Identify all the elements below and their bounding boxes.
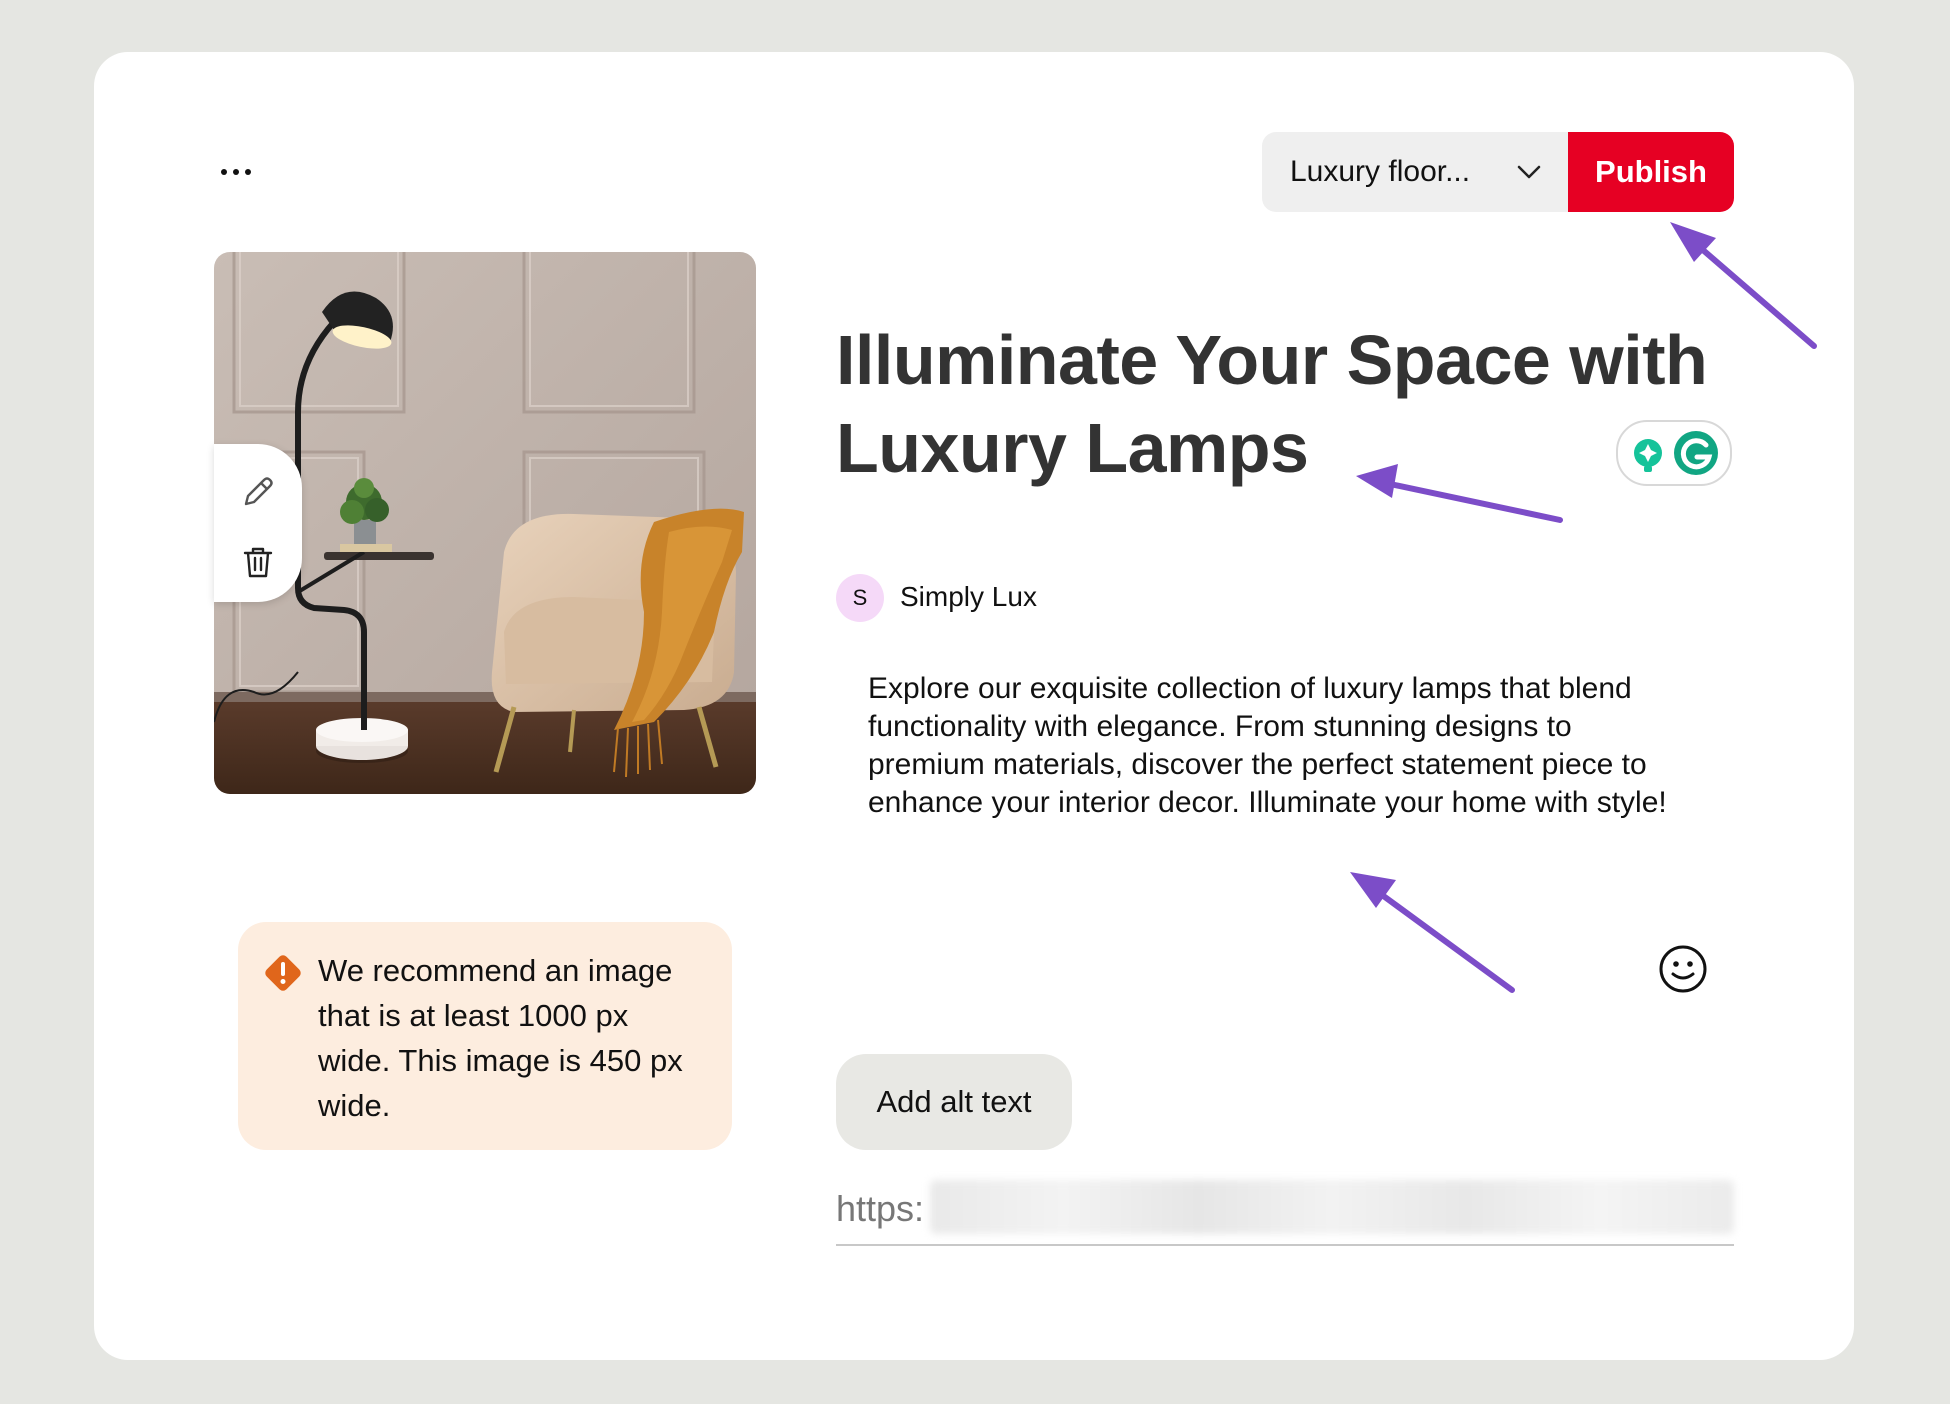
board-select[interactable]: Luxury floor... [1262, 132, 1568, 212]
pin-title-input[interactable]: Illuminate Your Space with Luxury Lamps [836, 316, 1746, 492]
grammarly-widget[interactable] [1616, 420, 1732, 486]
link-prefix: https: [836, 1188, 925, 1229]
redacted-link [930, 1180, 1734, 1234]
destination-link-input[interactable]: https: [836, 1178, 1734, 1246]
board-select-value: Luxury floor... [1290, 155, 1471, 188]
chevron-down-icon [1517, 165, 1541, 179]
trash-icon[interactable] [240, 544, 276, 580]
more-options-button[interactable] [212, 150, 260, 194]
warning-text: We recommend an image that is at least 1… [318, 953, 683, 1123]
image-tools [214, 444, 302, 602]
publish-button[interactable]: Publish [1568, 132, 1734, 212]
avatar: S [836, 574, 884, 622]
pin-description-input[interactable]: Explore our exquisite collection of luxu… [868, 670, 1668, 822]
pencil-icon[interactable] [240, 474, 276, 510]
ellipsis-icon [221, 169, 227, 175]
image-size-warning: We recommend an image that is at least 1… [238, 922, 732, 1150]
author-name: Simply Lux [900, 581, 1037, 612]
add-alt-text-button[interactable]: Add alt text [836, 1054, 1072, 1150]
warning-icon [265, 955, 301, 991]
grammarly-icon [1634, 431, 1718, 475]
emoji-icon[interactable] [1658, 944, 1708, 994]
